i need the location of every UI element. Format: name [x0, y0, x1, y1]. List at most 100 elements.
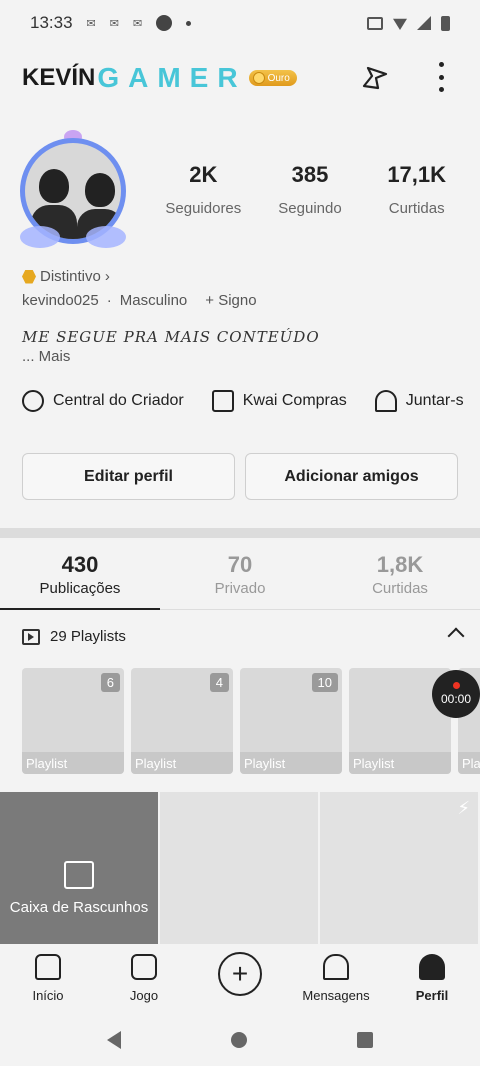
display-name-prefix: KEVÍN	[22, 64, 96, 91]
nav-label: Perfil	[415, 988, 449, 1003]
playlist-carousel: 6 Playlist 4 Playlist 10 Playlist Playli…	[22, 668, 480, 774]
creator-center-link[interactable]: Central do Criador	[22, 390, 184, 412]
plus-icon: +	[218, 952, 262, 996]
signal-icon	[417, 16, 431, 30]
bell-icon	[323, 954, 349, 980]
home-icon	[35, 954, 61, 980]
notification-icon: ✉	[109, 17, 119, 30]
tab-label: Publicações	[39, 580, 121, 597]
nav-label: Jogo	[129, 988, 159, 1003]
stat-value: 2K	[189, 162, 218, 187]
status-time: 13:33	[30, 13, 73, 32]
chevron-right-icon: ›	[104, 268, 110, 285]
coin-icon	[252, 72, 265, 84]
level-badge-label: Ouro	[267, 72, 290, 84]
nav-label: Mensagens	[302, 988, 370, 1003]
lightning-icon: ⚡	[457, 798, 470, 818]
playlist-card[interactable]: 10 Playlist	[240, 668, 342, 774]
badge-icon	[22, 269, 36, 284]
notification-icon: ✉	[86, 17, 96, 30]
stat-likes[interactable]: 17,1K Curtidas	[363, 162, 470, 217]
link-label: Central do Criador	[53, 392, 184, 409]
playlists-count: 29 Playlists	[50, 628, 126, 645]
wifi-icon	[393, 18, 407, 30]
nav-home[interactable]: Início	[0, 944, 96, 1014]
tab-label: Curtidas	[372, 580, 428, 597]
playlist-label: Playlist	[131, 752, 233, 774]
stat-value: 385	[291, 162, 329, 187]
edit-profile-button[interactable]: Editar perfil	[22, 453, 235, 500]
app-notification-icon	[156, 15, 173, 31]
screen-record-indicator[interactable]: 00:00	[432, 670, 480, 718]
bottom-navigation: Início Jogo + Mensagens Perfil	[0, 944, 480, 1014]
tent-icon	[374, 390, 397, 412]
nav-messages[interactable]: Mensagens	[288, 944, 384, 1014]
quick-links: Central do Criador Kwai Compras Juntar-s	[22, 390, 480, 412]
tab-publications[interactable]: 430 Publicações	[0, 540, 160, 610]
section-divider	[0, 528, 480, 538]
playlist-label: Playlist	[22, 752, 124, 774]
profile-header: KEVÍN GAMER Ouro	[22, 56, 462, 100]
nav-create[interactable]: +	[192, 944, 288, 1014]
playlist-card[interactable]: 6 Playlist	[22, 668, 124, 774]
battery-icon	[441, 15, 450, 31]
notification-icon: ✉	[132, 17, 143, 30]
avatar[interactable]	[12, 130, 134, 252]
shopping-bag-icon	[211, 390, 234, 412]
kwai-shop-link[interactable]: Kwai Compras	[211, 390, 347, 412]
home-button-icon[interactable]	[231, 1032, 247, 1048]
playlist-card[interactable]: 4 Playlist	[131, 668, 233, 774]
content-tabs: 430 Publicações 70 Privado 1,8K Curtidas	[0, 540, 480, 610]
stat-label: Seguidores	[165, 200, 242, 217]
recents-icon[interactable]	[357, 1032, 373, 1048]
system-navigation	[0, 1014, 480, 1066]
tab-likes[interactable]: 1,8K Curtidas	[320, 540, 480, 609]
profile-actions: Editar perfil Adicionar amigos	[22, 453, 458, 500]
avatar-frame-wing	[86, 226, 126, 248]
playlist-label: Playlist	[349, 752, 451, 774]
profile-meta: kevindo025 · Masculino + Signo	[22, 292, 257, 309]
stat-label: Seguindo	[278, 200, 342, 217]
tab-count: 1,8K	[376, 552, 424, 577]
add-sign-button[interactable]: + Signo	[205, 292, 256, 309]
tab-label: Privado	[214, 580, 266, 597]
video-grid: Caixa de Rascunhos ⚡	[0, 792, 480, 944]
avatar-frame-wing	[20, 226, 60, 248]
inbox-icon	[64, 860, 94, 889]
stat-following[interactable]: 385 Seguindo	[257, 162, 364, 217]
playlists-header[interactable]: 29 Playlists	[22, 627, 465, 645]
link-label: Juntar-s	[405, 392, 464, 409]
distintivo-label: Distintivo	[40, 268, 101, 285]
share-icon[interactable]	[358, 62, 392, 92]
lightning-circle-icon	[22, 390, 44, 412]
playlist-video-count: 6	[100, 673, 120, 692]
back-icon[interactable]	[107, 1031, 121, 1049]
record-dot-icon	[452, 682, 460, 689]
separator-dot: ·	[106, 292, 112, 309]
video-thumbnail[interactable]	[160, 792, 320, 944]
stat-followers[interactable]: 2K Seguidores	[150, 162, 257, 217]
playlist-video-count: 10	[311, 673, 338, 692]
add-friends-button[interactable]: Adicionar amigos	[245, 453, 458, 500]
drafts-box[interactable]: Caixa de Rascunhos	[0, 792, 160, 944]
gamepad-icon	[131, 954, 157, 980]
playlist-label: Pla	[458, 752, 480, 774]
nav-label: Início	[32, 988, 64, 1003]
video-thumbnail[interactable]: ⚡	[320, 792, 480, 944]
chevron-up-icon[interactable]	[447, 627, 465, 645]
playlist-icon	[22, 628, 40, 645]
nav-profile[interactable]: Perfil	[384, 944, 480, 1014]
profile-stats: 2K Seguidores 385 Seguindo 17,1K Curtida…	[150, 162, 470, 217]
join-link[interactable]: Juntar-s	[374, 390, 464, 412]
level-badge[interactable]: Ouro	[248, 70, 297, 86]
bio-more-link[interactable]: ... Mais	[22, 348, 70, 365]
more-notifications-icon	[186, 20, 192, 26]
tab-private[interactable]: 70 Privado	[160, 540, 320, 609]
nav-game[interactable]: Jogo	[96, 944, 192, 1014]
distintivo-link[interactable]: Distintivo ›	[22, 268, 110, 285]
stat-label: Curtidas	[388, 200, 445, 217]
record-timer: 00:00	[440, 692, 472, 706]
tab-count: 70	[227, 552, 253, 577]
gender: Masculino	[119, 292, 188, 309]
more-options-icon[interactable]	[436, 62, 446, 92]
